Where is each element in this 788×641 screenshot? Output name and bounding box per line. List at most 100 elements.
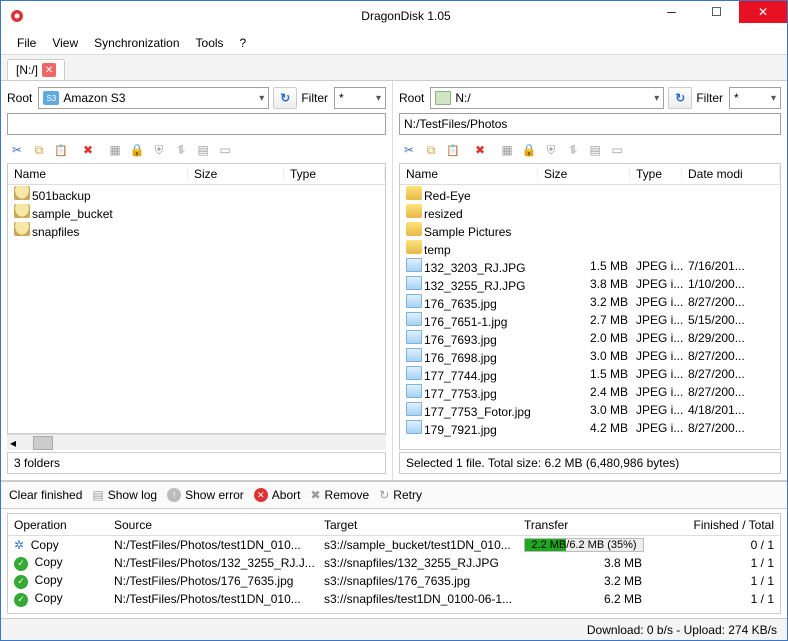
col-name[interactable]: Name (8, 167, 188, 181)
list-item[interactable]: Sample Pictures (400, 221, 780, 239)
check-icon: ✓ (14, 557, 28, 571)
list-item[interactable]: 179_7921.jpg4.2 MBJPEG i...8/27/200... (400, 419, 780, 437)
bucket-icon (14, 222, 30, 236)
folder-icon (406, 186, 422, 200)
props-icon[interactable]: ▤ (193, 140, 213, 160)
list-item[interactable]: resized (400, 203, 780, 221)
col-operation[interactable]: Operation (8, 518, 108, 532)
maximize-button[interactable]: ☐ (694, 1, 739, 23)
cut-icon[interactable] (7, 140, 27, 160)
list-item[interactable]: 132_3255_RJ.JPG3.8 MBJPEG i...1/10/200..… (400, 275, 780, 293)
menu-help[interactable]: ? (232, 31, 255, 55)
retry-button[interactable]: ↻Retry (379, 488, 422, 502)
check-icon: ✓ (14, 593, 28, 607)
remove-button[interactable]: ✖Remove (310, 488, 369, 502)
show-error-button[interactable]: !Show error (167, 488, 244, 502)
delete-icon[interactable] (81, 143, 95, 157)
close-button[interactable]: ✕ (739, 1, 787, 23)
col-date[interactable]: Date modi (682, 167, 780, 181)
list-item[interactable]: 176_7651-1.jpg2.7 MBJPEG i...5/15/200... (400, 311, 780, 329)
left-root-combo[interactable]: S3 Amazon S3 (38, 87, 269, 109)
list-item[interactable]: 132_3203_RJ.JPG1.5 MBJPEG i...7/16/201..… (400, 257, 780, 275)
log-icon[interactable]: ▭ (607, 140, 627, 160)
tab-n-drive[interactable]: [N:/] ✕ (7, 59, 65, 80)
copy-icon[interactable] (29, 140, 49, 160)
statusbar: Download: 0 b/s - Upload: 274 KB/s (1, 618, 787, 640)
col-finished[interactable]: Finished / Total (648, 518, 780, 532)
lock-icon[interactable]: 🔒 (519, 140, 539, 160)
left-toolbar: ▦ 🔒 ⛨ ⥮ ▤ ▭ (7, 137, 386, 163)
paste-icon[interactable] (51, 140, 71, 160)
queue-row[interactable]: ✲ CopyN:/TestFiles/Photos/test1DN_010...… (8, 536, 780, 554)
menu-tools[interactable]: Tools (188, 31, 232, 55)
bucket-icon (14, 186, 30, 200)
col-size[interactable]: Size (538, 167, 630, 181)
drive-icon (435, 91, 451, 105)
col-target[interactable]: Target (318, 518, 518, 532)
list-item[interactable]: 176_7693.jpg2.0 MBJPEG i...8/29/200... (400, 329, 780, 347)
list-item[interactable]: temp (400, 239, 780, 257)
right-filter-label: Filter (696, 91, 725, 105)
right-refresh-button[interactable]: ↻ (668, 87, 692, 109)
refresh-icon: ↻ (280, 91, 290, 105)
lock-icon[interactable]: 🔒 (127, 140, 147, 160)
col-size[interactable]: Size (188, 167, 284, 181)
tab-close-icon[interactable]: ✕ (42, 63, 56, 77)
abort-button[interactable]: ✕Abort (254, 488, 301, 502)
left-refresh-button[interactable]: ↻ (273, 87, 297, 109)
list-item[interactable]: 177_7744.jpg1.5 MBJPEG i...8/27/200... (400, 365, 780, 383)
share-icon[interactable]: ⥮ (171, 140, 191, 160)
check-icon: ✓ (14, 575, 28, 589)
right-list[interactable]: Red-EyeresizedSample Picturestemp132_320… (399, 185, 781, 450)
left-root-label: Root (7, 91, 34, 105)
left-filter-label: Filter (301, 91, 330, 105)
col-name[interactable]: Name (400, 167, 538, 181)
right-filter-combo[interactable]: * (729, 87, 781, 109)
menu-file[interactable]: File (9, 31, 44, 55)
list-item[interactable]: 176_7635.jpg3.2 MBJPEG i...8/27/200... (400, 293, 780, 311)
clear-finished-button[interactable]: Clear finished (9, 488, 82, 502)
right-path-input[interactable]: N:/TestFiles/Photos (399, 113, 781, 135)
left-list[interactable]: 501backupsample_bucketsnapfiles (7, 185, 386, 434)
col-transfer[interactable]: Transfer (518, 518, 648, 532)
left-list-header: Name Size Type (7, 163, 386, 185)
tabbar: [N:/] ✕ (1, 55, 787, 81)
new-folder-icon[interactable]: ▦ (497, 140, 517, 160)
image-icon (406, 330, 422, 344)
show-log-button[interactable]: ▤Show log (92, 488, 157, 502)
perm-icon[interactable]: ⛨ (541, 140, 561, 160)
cut-icon[interactable] (399, 140, 419, 160)
perm-icon[interactable]: ⛨ (149, 140, 169, 160)
left-filter-combo[interactable]: * (334, 87, 386, 109)
copy-icon[interactable] (421, 140, 441, 160)
queue-row[interactable]: ✓ CopyN:/TestFiles/Photos/test1DN_010...… (8, 590, 780, 608)
col-type[interactable]: Type (630, 167, 682, 181)
list-item[interactable]: 176_7698.jpg3.0 MBJPEG i...8/27/200... (400, 347, 780, 365)
right-filter-value: * (734, 91, 739, 105)
list-item[interactable]: Red-Eye (400, 185, 780, 203)
list-item[interactable]: snapfiles (8, 221, 385, 239)
delete-icon[interactable] (473, 143, 487, 157)
menu-synchronization[interactable]: Synchronization (86, 31, 187, 55)
paste-icon[interactable] (443, 140, 463, 160)
minimize-button[interactable]: ─ (649, 1, 694, 23)
right-root-combo[interactable]: N:/ (430, 87, 664, 109)
log-icon[interactable]: ▭ (215, 140, 235, 160)
queue-row[interactable]: ✓ CopyN:/TestFiles/Photos/176_7635.jpgs3… (8, 572, 780, 590)
menu-view[interactable]: View (44, 31, 86, 55)
transfer-queue: Operation Source Target Transfer Finishe… (7, 513, 781, 614)
transfer-speed: Download: 0 b/s - Upload: 274 KB/s (587, 623, 777, 637)
list-item[interactable]: 177_7753_Fotor.jpg3.0 MBJPEG i...4/18/20… (400, 401, 780, 419)
left-scrollbar-x[interactable]: ◂ (7, 434, 386, 450)
list-item[interactable]: 177_7753.jpg2.4 MBJPEG i...8/27/200... (400, 383, 780, 401)
image-icon (406, 366, 422, 380)
props-icon[interactable]: ▤ (585, 140, 605, 160)
col-source[interactable]: Source (108, 518, 318, 532)
list-item[interactable]: 501backup (8, 185, 385, 203)
list-item[interactable]: sample_bucket (8, 203, 385, 221)
new-folder-icon[interactable]: ▦ (105, 140, 125, 160)
left-path-input[interactable] (7, 113, 386, 135)
queue-row[interactable]: ✓ CopyN:/TestFiles/Photos/132_3255_RJ.J.… (8, 554, 780, 572)
col-type[interactable]: Type (284, 167, 385, 181)
share-icon[interactable]: ⥮ (563, 140, 583, 160)
